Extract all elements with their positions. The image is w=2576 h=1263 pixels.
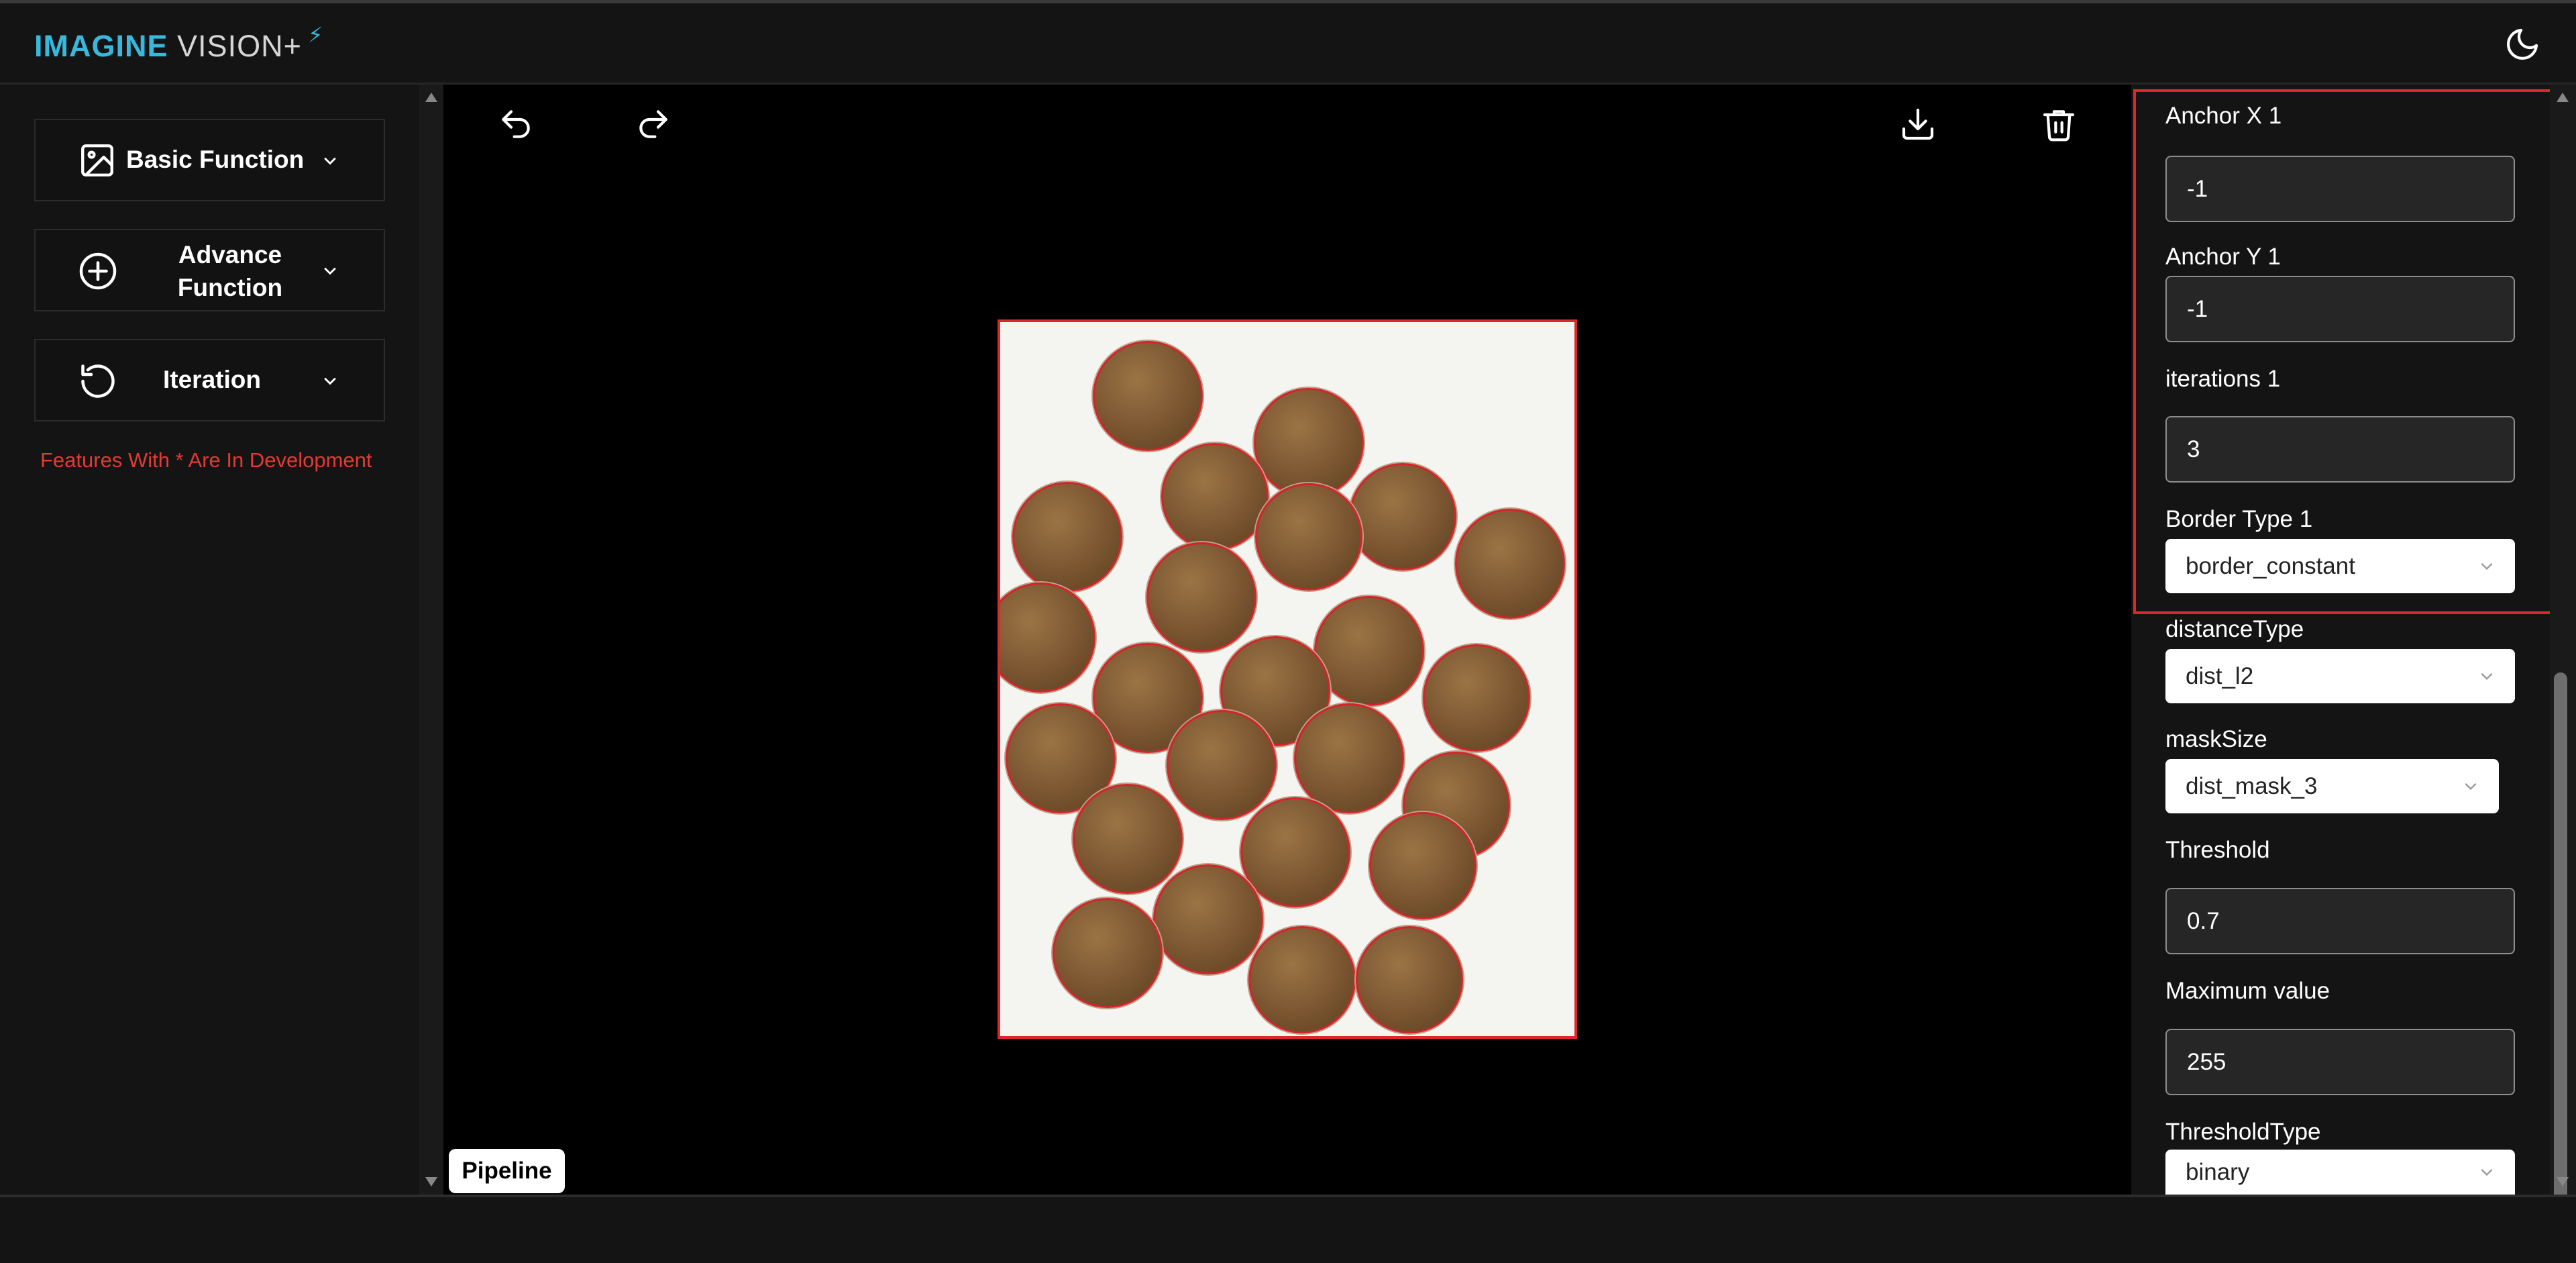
anchor-y-input[interactable]: -1 — [2165, 276, 2515, 342]
coin — [1369, 812, 1477, 919]
chevron-down-icon — [2465, 783, 2477, 791]
left-scrollbar[interactable] — [419, 85, 443, 1195]
image-icon — [81, 144, 113, 176]
threshold-type-value: binary — [2186, 1158, 2250, 1185]
app-logo[interactable]: IMAGINE VISION+ ⚡ — [34, 23, 323, 64]
scroll-down-arrow[interactable] — [2557, 1177, 2569, 1186]
sidebar-item-basic-function[interactable]: Basic Function — [34, 119, 385, 201]
mask-size-value: dist_mask_3 — [2186, 772, 2318, 799]
undo-button[interactable] — [497, 105, 535, 146]
sidebar-item-label: Advance Function — [177, 241, 283, 301]
anchor-x-label: Anchor X 1 — [2165, 103, 2282, 129]
delete-button[interactable] — [2040, 105, 2078, 146]
coin — [1349, 463, 1456, 570]
chevron-down-icon — [2481, 1169, 2493, 1176]
image-canvas: Pipeline — [443, 85, 2131, 1195]
max-value-input[interactable]: 255 — [2165, 1029, 2515, 1095]
right-scrollbar[interactable] — [2550, 85, 2576, 1201]
border-type-select[interactable]: border_constant — [2165, 539, 2515, 593]
coin — [1314, 596, 1424, 706]
chevron-down-icon — [324, 378, 336, 385]
coin — [1153, 864, 1263, 974]
pipeline-button[interactable]: Pipeline — [449, 1149, 565, 1193]
moon-icon[interactable] — [2504, 26, 2541, 63]
sidebar-item-label: Iteration — [163, 366, 261, 393]
logo-imagine: IMAGINE — [34, 29, 168, 63]
mask-size-label: maskSize — [2165, 726, 2267, 752]
footer-bar — [0, 1195, 2576, 1263]
distance-type-value: dist_l2 — [2186, 662, 2254, 689]
download-icon — [1902, 108, 1934, 140]
coins-image[interactable] — [998, 319, 1577, 1039]
threshold-type-select[interactable]: binary — [2165, 1150, 2515, 1195]
distance-type-select[interactable]: dist_l2 — [2165, 649, 2515, 703]
logo-bolt-icon: ⚡ — [308, 23, 324, 47]
app-root: IMAGINE VISION+ ⚡ Basic Function Advance… — [0, 0, 2576, 1263]
chevron-down-icon — [324, 158, 336, 165]
iterations-label: iterations 1 — [2165, 366, 2281, 392]
undo-icon — [502, 110, 530, 138]
coin — [1240, 797, 1350, 907]
coin — [1073, 784, 1183, 894]
coin — [1053, 898, 1163, 1008]
threshold-input[interactable]: 0.7 — [2165, 888, 2515, 954]
max-value-label: Maximum value — [2165, 978, 2330, 1004]
dev-note: Features With * Are In Development — [40, 448, 372, 472]
coin — [1423, 644, 1530, 752]
chevron-down-icon — [2481, 673, 2493, 680]
logo-vision: VISION+ — [177, 29, 302, 63]
coin — [1093, 341, 1203, 451]
threshold-type-label: ThresholdType — [2165, 1119, 2321, 1145]
coin — [1455, 509, 1565, 619]
sidebar-item-iteration[interactable]: Iteration — [34, 339, 385, 421]
coin — [1000, 583, 1095, 693]
distance-type-label: distanceType — [2165, 616, 2304, 642]
app-header: IMAGINE VISION+ ⚡ — [0, 3, 2576, 85]
coin — [1161, 443, 1269, 550]
sidebar-item-advance-function[interactable]: Advance Function — [34, 229, 385, 311]
scroll-thumb[interactable] — [2554, 672, 2567, 1201]
chevron-down-icon — [2481, 563, 2493, 570]
anchor-y-label: Anchor Y 1 — [2165, 244, 2281, 270]
redo-icon — [639, 110, 667, 138]
chevron-down-icon — [324, 268, 336, 275]
coin — [1255, 483, 1362, 591]
border-type-value: border_constant — [2186, 552, 2355, 579]
anchor-x-input[interactable]: -1 — [2165, 156, 2515, 222]
coin — [1012, 482, 1122, 592]
coin — [1254, 388, 1364, 498]
scroll-up-arrow[interactable] — [425, 93, 437, 102]
plus-circle-icon — [79, 252, 117, 290]
threshold-label: Threshold — [2165, 837, 2270, 863]
coin — [1248, 926, 1356, 1033]
redo-button[interactable] — [635, 105, 672, 146]
border-type-label: Border Type 1 — [2165, 506, 2313, 532]
sidebar-item-label: Basic Function — [126, 146, 305, 173]
rotate-icon — [81, 364, 115, 398]
sidebar: Basic Function Advance Function Iteratio… — [0, 85, 419, 1195]
scroll-down-arrow[interactable] — [425, 1177, 437, 1186]
scroll-up-arrow[interactable] — [2557, 93, 2569, 102]
coin — [1294, 703, 1404, 813]
iterations-input[interactable]: 3 — [2165, 416, 2515, 483]
coin — [1146, 542, 1256, 652]
mask-size-select[interactable]: dist_mask_3 — [2165, 759, 2499, 813]
trash-icon — [2043, 110, 2075, 142]
coin — [1356, 926, 1463, 1033]
coin — [1167, 710, 1277, 820]
download-button[interactable] — [1899, 105, 1937, 146]
